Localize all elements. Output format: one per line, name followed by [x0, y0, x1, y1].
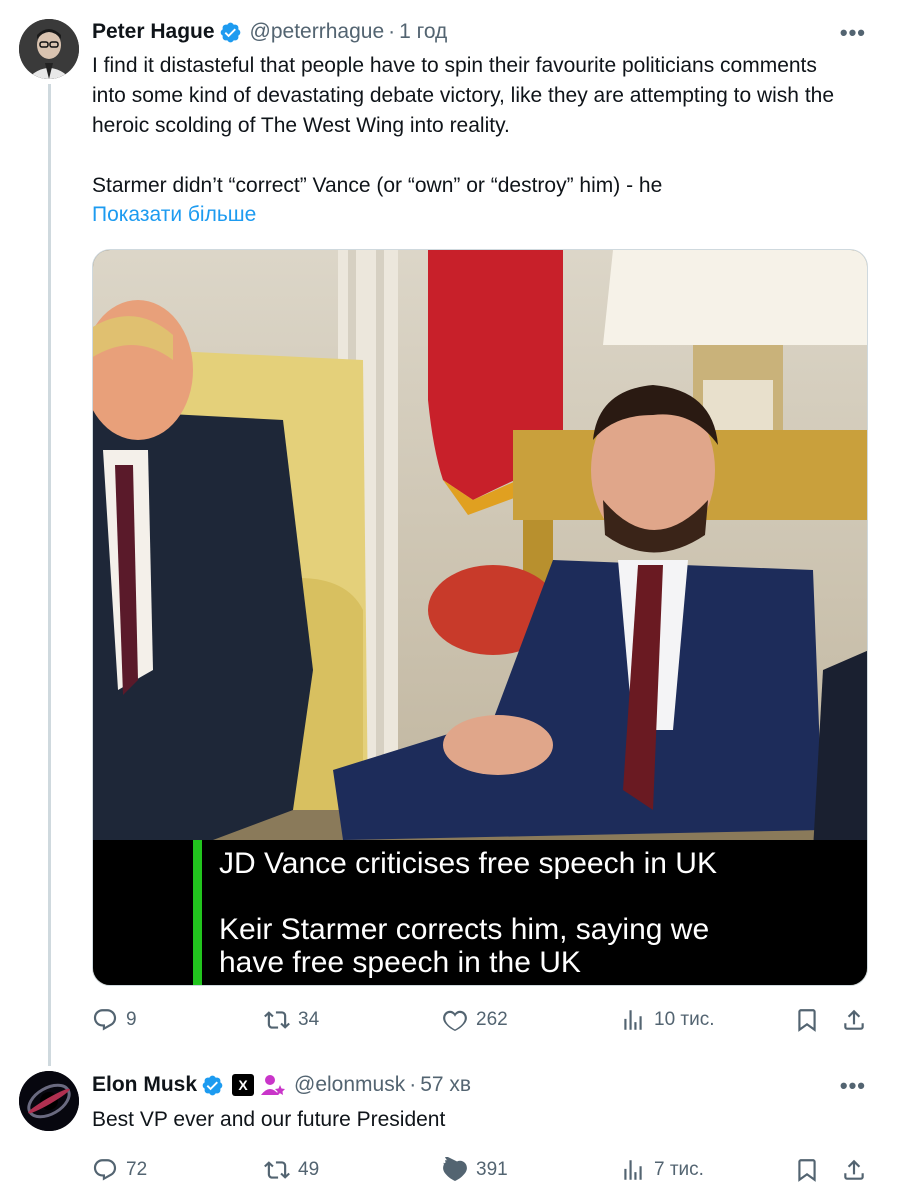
- bookmark-icon: [798, 1009, 816, 1032]
- repost-count: 49: [298, 1159, 320, 1180]
- like-count: 391: [476, 1159, 508, 1180]
- show-more-link[interactable]: Показати більше: [92, 203, 256, 227]
- heart-icon: [443, 1157, 467, 1182]
- share-button[interactable]: [841, 1007, 867, 1033]
- heart-icon: [443, 1010, 467, 1032]
- reply-count: 9: [126, 1009, 137, 1030]
- views-button[interactable]: 7 тис.: [620, 1157, 704, 1183]
- caption-line-3: have free speech in the UK: [219, 946, 581, 979]
- reply-icon: [93, 1009, 117, 1031]
- tweet-header: Elon Musk X @elonmusk · 57 хв: [92, 1073, 471, 1097]
- bookmark-icon: [798, 1159, 816, 1182]
- reply-button[interactable]: 9: [92, 1007, 137, 1033]
- verified-badge-icon: [201, 1074, 224, 1097]
- bookmark-button[interactable]: [794, 1157, 820, 1183]
- like-button[interactable]: 262: [442, 1007, 508, 1033]
- bookmark-button[interactable]: [794, 1007, 820, 1033]
- affiliate-user-icon: [260, 1073, 286, 1097]
- like-count: 262: [476, 1009, 508, 1030]
- reply-icon: [93, 1159, 117, 1181]
- tweet-text-paragraph-1: I find it distasteful that people have t…: [92, 54, 835, 137]
- tweet-header: Peter Hague @peterrhague · 1 год: [92, 20, 447, 44]
- repost-icon: [264, 1011, 290, 1029]
- tweet-peter-hague[interactable]: Peter Hague @peterrhague · 1 год ••• I f…: [0, 0, 898, 1066]
- tweet-elon-musk[interactable]: Elon Musk X @elonmusk · 57 хв ••• Best V…: [0, 1054, 898, 1204]
- repost-button[interactable]: 34: [264, 1007, 319, 1033]
- tweet-actions: 72 49 391 7 тис.: [92, 1157, 868, 1187]
- video-frame-image: JD Vance criticises free speech in UK Ke…: [93, 250, 867, 985]
- tweet-time[interactable]: 57 хв: [420, 1073, 471, 1097]
- views-chart-icon: [624, 1160, 642, 1180]
- thread-line: [48, 84, 51, 1066]
- tweet-actions: 9 34 262 10 тис.: [92, 1007, 868, 1037]
- views-count: 7 тис.: [654, 1159, 704, 1180]
- share-button[interactable]: [841, 1157, 867, 1183]
- share-icon: [844, 1009, 864, 1030]
- author-name[interactable]: Peter Hague: [92, 20, 215, 44]
- separator-dot: ·: [388, 20, 396, 43]
- repost-button[interactable]: 49: [264, 1157, 319, 1183]
- more-options-icon[interactable]: •••: [840, 1073, 866, 1099]
- caption-line-1: JD Vance criticises free speech in UK: [219, 847, 717, 880]
- views-chart-icon: [624, 1010, 642, 1030]
- tweet-text-paragraph-2: Starmer didn’t “correct” Vance (or “own”…: [92, 174, 663, 197]
- views-count: 10 тис.: [654, 1009, 715, 1030]
- caption-line-2: Keir Starmer corrects him, saying we: [219, 913, 709, 946]
- author-name[interactable]: Elon Musk: [92, 1073, 197, 1097]
- tweet-time[interactable]: 1 год: [399, 20, 447, 44]
- reply-button[interactable]: 72: [92, 1157, 147, 1183]
- reply-count: 72: [126, 1159, 148, 1180]
- repost-icon: [264, 1161, 290, 1179]
- verified-badge-icon: [219, 21, 242, 44]
- tweet-text: Best VP ever and our future President: [92, 1108, 446, 1131]
- like-button[interactable]: 391: [442, 1157, 508, 1183]
- views-button[interactable]: 10 тис.: [620, 1007, 715, 1033]
- author-handle[interactable]: @peterrhague: [250, 20, 385, 44]
- more-options-icon[interactable]: •••: [840, 20, 866, 46]
- x-affiliate-badge-icon[interactable]: X: [232, 1074, 255, 1096]
- tweet-video-media[interactable]: JD Vance criticises free speech in UK Ke…: [92, 249, 868, 986]
- avatar-elon-musk[interactable]: [19, 1071, 79, 1131]
- separator-dot: ·: [409, 1073, 417, 1096]
- repost-count: 34: [298, 1009, 320, 1030]
- avatar-peter-hague[interactable]: [19, 19, 79, 79]
- author-handle[interactable]: @elonmusk: [294, 1073, 405, 1097]
- share-icon: [844, 1159, 864, 1180]
